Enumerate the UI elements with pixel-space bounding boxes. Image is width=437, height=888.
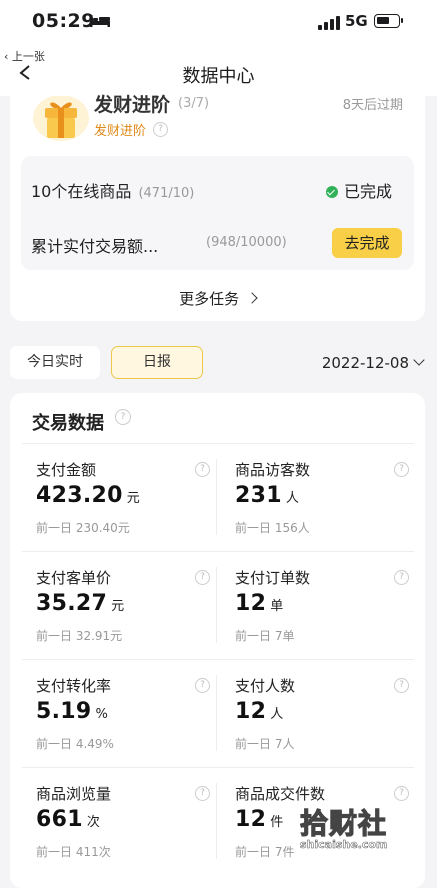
- task-card: 发财进阶 (3/7) 8天后过期 发财进阶 ? 10个在线商品 (471/10)…: [10, 94, 425, 321]
- metric-avg-order-price[interactable]: 支付客单价 ? 35.27 元 前一日 32.91元: [36, 567, 216, 667]
- status-time: 05:29: [32, 10, 95, 32]
- gift-icon: [33, 96, 89, 141]
- help-icon[interactable]: ?: [195, 570, 210, 585]
- metric-label: 商品成交件数: [235, 785, 326, 803]
- signal-icon: [318, 16, 340, 30]
- task-item-progress: (948/10000): [206, 235, 287, 250]
- task-item-online-goods: 10个在线商品 (471/10): [31, 178, 194, 202]
- chevron-right-icon: [246, 292, 258, 304]
- metric-value: 661 次: [36, 807, 101, 832]
- date-value: 2022-12-08: [321, 354, 409, 372]
- metric-label: 支付客单价: [36, 569, 112, 587]
- metric-prev-day: 前一日 156人: [235, 521, 310, 535]
- task-done-label: 已完成: [343, 182, 392, 201]
- metric-visitors[interactable]: 商品访客数 ? 231 人 前一日 156人: [235, 459, 415, 559]
- divider: [216, 459, 217, 535]
- bed-icon: [90, 15, 110, 27]
- metric-value: 12 人: [235, 699, 284, 724]
- metric-label: 支付转化率: [36, 677, 112, 695]
- help-icon[interactable]: ?: [394, 678, 409, 693]
- metric-prev-day: 前一日 230.40元: [36, 521, 130, 535]
- metric-order-count[interactable]: 支付订单数 ? 12 单 前一日 7单: [235, 567, 415, 667]
- more-tasks-label: 更多任务: [179, 290, 240, 308]
- tab-daily-report[interactable]: 日报: [111, 346, 203, 379]
- tab-today-realtime[interactable]: 今日实时: [10, 346, 100, 379]
- metric-label: 商品浏览量: [36, 785, 112, 803]
- task-item-label: 10个在线商品: [31, 182, 132, 201]
- metric-value: 5.19%: [36, 699, 109, 724]
- task-done-status: 已完成: [325, 178, 392, 202]
- metric-label: 支付人数: [235, 677, 296, 695]
- metric-conversion-rate[interactable]: 支付转化率 ? 5.19% 前一日 4.49%: [36, 675, 216, 775]
- metric-label: 支付金额: [36, 461, 97, 479]
- check-icon: [325, 186, 338, 198]
- task-subtitle: 发财进阶: [94, 124, 147, 139]
- section-title: 交易数据: [32, 413, 104, 434]
- divider: [216, 783, 217, 859]
- page-title: 数据中心: [182, 66, 255, 87]
- metric-value: 35.27 元: [36, 591, 125, 616]
- metric-pay-amount[interactable]: 支付金额 ? 423.20 元 前一日 230.40元: [36, 459, 216, 559]
- metric-value: 423.20 元: [36, 483, 141, 508]
- metric-label: 支付订单数: [235, 569, 311, 587]
- divider: [22, 443, 414, 444]
- divider: [216, 567, 217, 643]
- metric-prev-day: 前一日 411次: [36, 845, 111, 859]
- metric-value: 12 件: [235, 807, 284, 832]
- metric-prev-day: 前一日 7人: [235, 737, 295, 751]
- help-icon[interactable]: ?: [394, 570, 409, 585]
- help-icon[interactable]: ?: [394, 786, 409, 801]
- date-selector[interactable]: 2022-12-08: [321, 354, 425, 372]
- network-label: 5G: [345, 12, 368, 30]
- help-icon[interactable]: ?: [195, 678, 210, 693]
- task-help-icon[interactable]: ?: [153, 122, 168, 137]
- metric-prev-day: 前一日 7单: [235, 629, 295, 643]
- metric-prev-day: 前一日 4.49%: [36, 737, 114, 751]
- section-help-icon[interactable]: ?: [115, 409, 131, 425]
- task-title: 发财进阶: [94, 94, 171, 116]
- watermark-url: shicaishe.com: [300, 838, 388, 852]
- task-progress: (3/7): [178, 96, 210, 111]
- more-tasks-link[interactable]: 更多任务: [10, 288, 425, 309]
- divider: [216, 675, 217, 751]
- task-list: 10个在线商品 (471/10) 已完成 累计实付交易额... (948/100…: [21, 156, 414, 270]
- help-icon[interactable]: ?: [195, 462, 210, 477]
- watermark-text: 拾财社: [299, 806, 388, 840]
- go-complete-button[interactable]: 去完成: [332, 228, 402, 258]
- metric-value: 231 人: [235, 483, 300, 508]
- battery-icon: [374, 14, 403, 28]
- status-bar: 05:29 5G: [0, 0, 437, 44]
- task-item-progress: (471/10): [138, 186, 195, 201]
- metric-value: 12 单: [235, 591, 284, 616]
- task-expire: 8天后过期: [342, 98, 403, 113]
- help-icon[interactable]: ?: [195, 786, 210, 801]
- help-icon[interactable]: ?: [394, 462, 409, 477]
- metric-prev-day: 前一日 7件: [235, 845, 295, 859]
- metric-label: 商品访客数: [235, 461, 311, 479]
- metric-payers[interactable]: 支付人数 ? 12 人 前一日 7人: [235, 675, 415, 775]
- chevron-down-icon: [413, 354, 425, 366]
- task-item-label: 累计实付交易额...: [31, 237, 159, 256]
- metric-prev-day: 前一日 32.91元: [36, 629, 123, 643]
- nav-bar: ‹ 上一张 数据中心: [0, 44, 437, 96]
- watermark-logo: 拾财社 shicaishe.com: [299, 802, 400, 862]
- metric-page-views[interactable]: 商品浏览量 ? 661 次 前一日 411次: [36, 783, 216, 883]
